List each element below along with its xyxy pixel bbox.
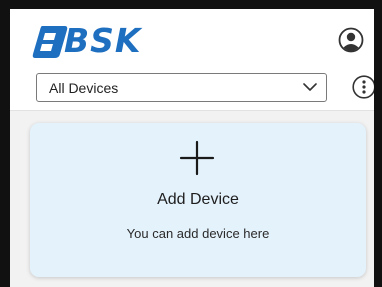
add-device-subtitle: You can add device here <box>126 226 270 241</box>
top-bar: BSK All Devices <box>10 9 374 111</box>
user-circle-icon[interactable] <box>338 27 364 53</box>
add-device-title: Add Device <box>157 191 239 208</box>
app-screen: BSK All Devices Add Device You can add d… <box>10 9 374 287</box>
more-vertical-icon[interactable] <box>352 75 374 99</box>
chevron-down-icon <box>303 83 317 91</box>
brand-name: BSK <box>64 21 142 60</box>
brand-logo: BSK <box>32 21 142 60</box>
brand-logo-mark <box>32 26 68 58</box>
plus-icon <box>179 140 215 176</box>
device-filter-select[interactable]: All Devices <box>36 73 327 102</box>
add-device-card[interactable]: Add Device You can add device here <box>30 123 366 277</box>
device-filter-value: All Devices <box>49 80 119 96</box>
device-frame: BSK All Devices Add Device You can add d… <box>0 0 382 287</box>
